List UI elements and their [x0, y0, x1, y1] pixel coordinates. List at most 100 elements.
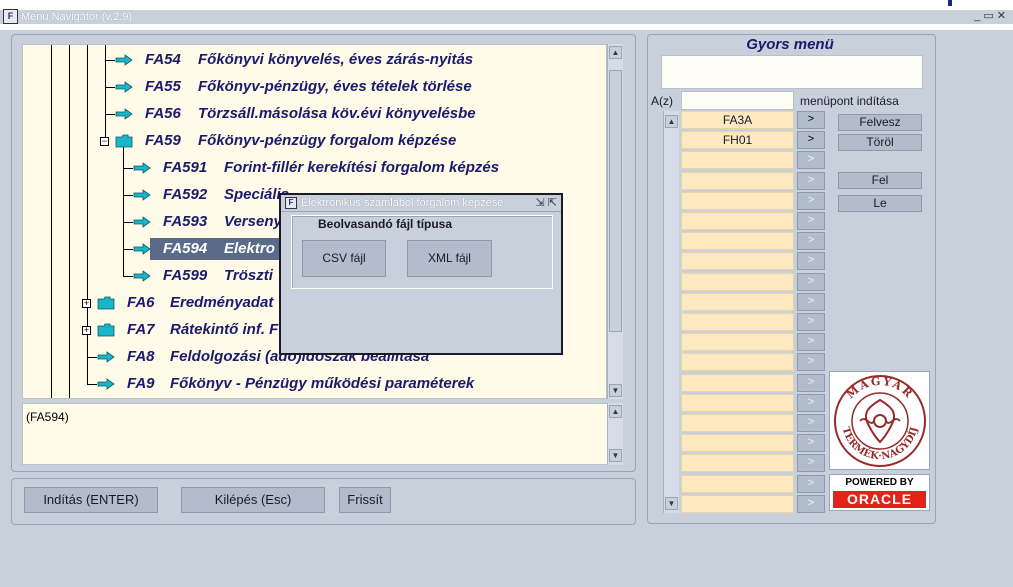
- dialog-controls: ⇲ ⇱: [536, 196, 558, 209]
- run-entry-button[interactable]: >: [797, 131, 825, 149]
- oracle-forms-icon: F: [285, 197, 297, 209]
- run-entry-button[interactable]: >: [797, 454, 825, 472]
- node-label: Törzsáll.másolása köv.évi könyvelésbe: [198, 105, 476, 122]
- collapse-icon[interactable]: −: [100, 137, 109, 146]
- start-button[interactable]: Indítás (ENTER): [24, 487, 158, 513]
- quick-menu-entry[interactable]: [681, 273, 794, 291]
- minimize-icon[interactable]: _: [974, 10, 983, 22]
- svg-text:MAGYAR: MAGYAR: [844, 375, 916, 402]
- description-scrollbar[interactable]: ▲ ▼: [607, 403, 623, 465]
- expand-icon[interactable]: +: [82, 299, 91, 308]
- node-code: FA593: [163, 213, 208, 230]
- node-code: FA7: [127, 321, 155, 338]
- titlebar-edge: [948, 0, 952, 6]
- quick-menu-entry[interactable]: [681, 212, 794, 230]
- run-entry-button[interactable]: >: [797, 232, 825, 250]
- quick-menu-entry[interactable]: [681, 394, 794, 412]
- node-code: FA594: [163, 240, 208, 257]
- exit-button[interactable]: Kilépés (Esc): [181, 487, 325, 513]
- run-entry-button[interactable]: >: [797, 475, 825, 493]
- quick-menu-entry[interactable]: [681, 374, 794, 392]
- node-label: Főkönyv-pénzügy forgalom képzése: [198, 132, 457, 149]
- run-entry-button[interactable]: >: [797, 192, 825, 210]
- node-label: Forint-fillér kerekítési forgalom képzés: [224, 159, 500, 176]
- close-icon[interactable]: ✕: [997, 10, 1009, 22]
- run-entry-button[interactable]: >: [797, 434, 825, 452]
- scroll-thumb[interactable]: [609, 70, 622, 332]
- tree-node-fa59[interactable]: − FA59 Főkönyv-pénzügy forgalom képzése: [23, 129, 606, 153]
- maximize-icon[interactable]: ⇱: [548, 197, 557, 209]
- run-entry-button[interactable]: >: [797, 293, 825, 311]
- node-code: FA592: [163, 186, 208, 203]
- window-controls: _▭✕: [974, 9, 1009, 22]
- delete-button[interactable]: Töröl: [838, 134, 922, 151]
- folder-icon: [97, 296, 115, 310]
- refresh-button[interactable]: Frissít: [339, 487, 391, 513]
- quick-menu-entry[interactable]: [681, 333, 794, 351]
- move-up-button[interactable]: Fel: [838, 172, 922, 189]
- xml-file-button[interactable]: XML fájl: [407, 240, 492, 277]
- quick-menu-entry[interactable]: [681, 151, 794, 169]
- scroll-up-icon[interactable]: ▲: [609, 405, 622, 418]
- quick-menu-entry[interactable]: [681, 293, 794, 311]
- tree-node-fa591[interactable]: FA591 Forint-fillér kerekítési forgalom …: [23, 156, 606, 180]
- file-type-dialog: F Elektronikus számlából forgalom képzés…: [279, 193, 563, 355]
- run-entry-button[interactable]: >: [797, 212, 825, 230]
- tree-node-fa9[interactable]: FA9 Főkönyv - Pénzügy működési paraméter…: [23, 372, 606, 396]
- node-label: Rátekintő inf. F: [170, 321, 279, 338]
- quick-menu-entry[interactable]: [681, 454, 794, 472]
- scroll-down-icon[interactable]: ▼: [609, 384, 622, 397]
- run-entry-button[interactable]: >: [797, 252, 825, 270]
- quick-menu-entry[interactable]: [681, 475, 794, 493]
- run-entry-button[interactable]: >: [797, 495, 825, 513]
- run-entry-button[interactable]: >: [797, 353, 825, 371]
- quick-menu-entry[interactable]: [681, 192, 794, 210]
- scroll-down-icon[interactable]: ▼: [609, 449, 622, 462]
- badge-top-text: MAGYAR: [844, 375, 914, 402]
- run-entry-button[interactable]: >: [797, 374, 825, 392]
- node-label: Eredményadat: [170, 294, 274, 311]
- quick-menu-entry[interactable]: [681, 434, 794, 452]
- quick-menu-entry[interactable]: FA3A: [681, 111, 794, 129]
- quick-menu-entry[interactable]: [681, 252, 794, 270]
- node-code: FA591: [163, 159, 208, 176]
- move-down-button[interactable]: Le: [838, 195, 922, 212]
- expand-icon[interactable]: +: [82, 326, 91, 335]
- tree-node-fa56[interactable]: FA56 Törzsáll.másolása köv.évi könyvelés…: [23, 102, 606, 126]
- node-code: FA56: [145, 105, 181, 122]
- quick-menu-entry[interactable]: [681, 313, 794, 331]
- node-code: FA9: [127, 375, 155, 392]
- quick-menu-entry[interactable]: FH01: [681, 131, 794, 149]
- menu-code-input[interactable]: [681, 91, 794, 110]
- quick-menu-entry[interactable]: [681, 414, 794, 432]
- quick-menu-entry[interactable]: [681, 495, 794, 513]
- run-entry-button[interactable]: >: [797, 273, 825, 291]
- node-label: Verseny: [224, 213, 282, 230]
- node-code: FA599: [163, 267, 208, 284]
- scroll-up-icon[interactable]: ▲: [665, 115, 678, 128]
- run-entry-button[interactable]: >: [797, 333, 825, 351]
- minimize-icon[interactable]: ⇲: [536, 197, 545, 209]
- quick-menu-entry[interactable]: [681, 353, 794, 371]
- window-title: Menü Navigátor (v.2.9): [21, 11, 133, 23]
- restore-icon[interactable]: ▭: [983, 10, 996, 22]
- tree-node-fa55[interactable]: FA55 Főkönyv-pénzügy, éves tételek törlé…: [23, 75, 606, 99]
- run-entry-button[interactable]: >: [797, 151, 825, 169]
- run-entry-button[interactable]: >: [797, 313, 825, 331]
- run-entry-button[interactable]: >: [797, 172, 825, 190]
- scroll-down-icon[interactable]: ▼: [665, 497, 678, 510]
- quick-menu-entry[interactable]: [681, 232, 794, 250]
- run-entry-button[interactable]: >: [797, 111, 825, 129]
- run-entry-button[interactable]: >: [797, 394, 825, 412]
- scroll-up-icon[interactable]: ▲: [609, 46, 622, 59]
- arrow-icon: [115, 81, 133, 93]
- node-label: Tröszti: [224, 267, 273, 284]
- tree-node-fa54[interactable]: FA54 Főkönyvi könyvelés, éves zárás-nyit…: [23, 48, 606, 72]
- quick-menu-search-field[interactable]: [661, 55, 923, 89]
- csv-file-button[interactable]: CSV fájl: [302, 240, 386, 277]
- quick-menu-scrollbar[interactable]: ▲ ▼: [663, 111, 679, 513]
- quick-menu-entry[interactable]: [681, 172, 794, 190]
- add-button[interactable]: Felvesz: [838, 114, 922, 131]
- run-entry-button[interactable]: >: [797, 414, 825, 432]
- tree-scrollbar[interactable]: ▲ ▼: [607, 44, 623, 399]
